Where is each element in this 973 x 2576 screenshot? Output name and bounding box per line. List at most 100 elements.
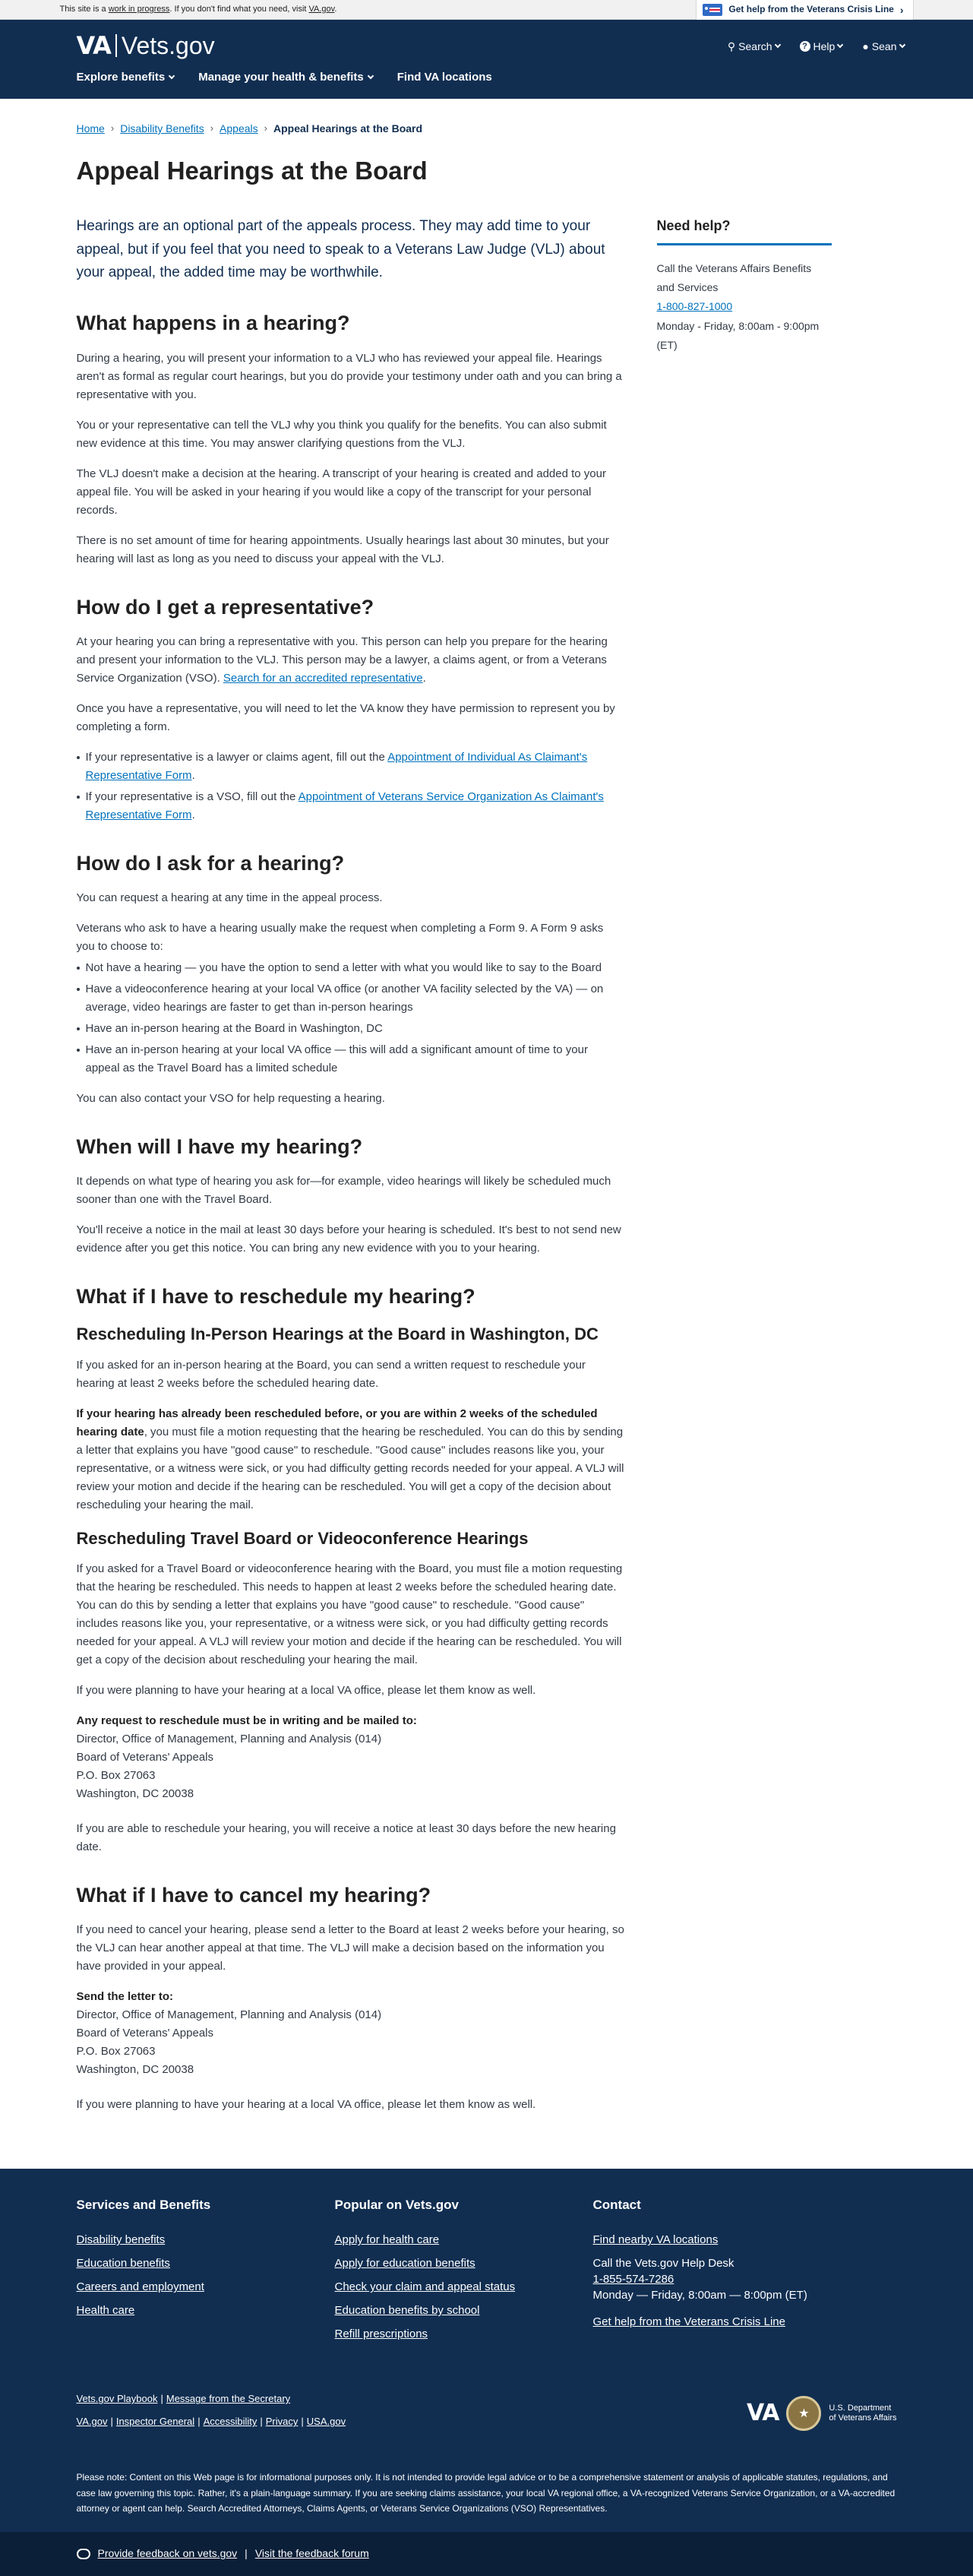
footer-link[interactable]: Apply for education benefits [335, 2255, 593, 2271]
footer-bottom-link[interactable]: VA.gov [77, 2416, 108, 2427]
footer-link[interactable]: Education benefits by school [335, 2302, 593, 2318]
va-department-logo: VA ★ U.S. Department of Veterans Affairs [747, 2395, 897, 2432]
paragraph: At your hearing you can bring a represen… [76, 635, 608, 685]
search-representative-link[interactable]: Search for an accredited representative [223, 672, 423, 685]
section-heading: How do I ask for a hearing? [76, 851, 345, 875]
user-menu-button[interactable]: ● Sean [862, 38, 905, 55]
user-name: Sean [871, 40, 897, 52]
paragraph: If you need to cancel your hearing, plea… [76, 1923, 624, 1973]
paragraph: If your hearing has already been resched… [77, 1405, 625, 1514]
footer-bottom-link[interactable]: Inspector General [116, 2416, 194, 2427]
address-line: P.O. Box 27063 [76, 1769, 156, 1783]
footer-services-column: Services and Benefits Disability benefit… [77, 2195, 335, 2350]
search-icon: ⚲ [727, 40, 736, 52]
work-in-progress-link[interactable]: work in progress [109, 5, 170, 14]
chevron-down-icon [837, 41, 844, 49]
link-separator: | [301, 2416, 304, 2428]
section-heading: When will I have my hearing? [76, 1135, 363, 1158]
search-button[interactable]: ⚲ Search [727, 38, 781, 55]
help-desk-phone-link[interactable]: 1-855-574-7286 [593, 2273, 674, 2286]
footer-column-title: Popular on Vets.gov [334, 2198, 459, 2213]
crisis-line-button[interactable]: Get help from the Veterans Crisis Line › [696, 0, 914, 20]
breadcrumb-appeals[interactable]: Appeals [220, 120, 258, 137]
paragraph: Veterans who ask to have a hearing usual… [76, 921, 604, 953]
paragraph: You can also contact your VSO for help r… [76, 1091, 385, 1105]
section-heading: How do I get a representative? [76, 595, 374, 619]
help-desk-text: Call the Vets.gov Help Desk [592, 2257, 734, 2271]
footer-popular-column: Popular on Vets.gov Apply for health car… [335, 2195, 593, 2350]
va-department-name: U.S. Department of Veterans Affairs [829, 2404, 896, 2423]
footer-bottom-link[interactable]: Message from the Secretary [166, 2393, 290, 2404]
find-locations-link[interactable]: Find nearby VA locations [593, 2232, 851, 2248]
mailing-address: Any request to reschedule must be in wri… [77, 1712, 625, 1803]
mailing-address: Send the letter to: Director, Office of … [77, 1988, 625, 2079]
feedback-forum-link[interactable]: Visit the feedback forum [255, 2545, 369, 2562]
footer-bottom-link[interactable]: Vets.gov Playbook [77, 2393, 158, 2404]
footer-bottom-link[interactable]: USA.gov [307, 2416, 346, 2427]
nav-find-va-locations[interactable]: Find VA locations [397, 68, 492, 87]
section-heading: What if I have to reschedule my hearing? [76, 1284, 475, 1308]
breadcrumb-home[interactable]: Home [77, 120, 105, 137]
list-item-text: If your representative is a lawyer or cl… [85, 750, 385, 764]
chevron-down-icon [367, 72, 374, 80]
paragraph: If you asked for a Travel Board or video… [76, 1562, 623, 1667]
footer-bottom-link[interactable]: Privacy [266, 2416, 299, 2427]
footer-link[interactable]: Check your claim and appeal status [335, 2279, 593, 2295]
main-nav: Explore benefits Manage your health & be… [77, 68, 492, 87]
list-item-text: If your representative is a VSO, fill ou… [85, 790, 296, 803]
help-text: Call the Veterans Affairs Benefits and S… [656, 262, 812, 294]
va-dept-line: U.S. Department [829, 2404, 892, 2413]
link-separator: | [197, 2416, 201, 2428]
breadcrumb-current[interactable]: Appeal Hearings at the Board [273, 120, 422, 137]
top-banner: This site is a work in progress. If you … [0, 0, 973, 20]
nav-label: Explore benefits [76, 71, 166, 84]
vets-gov-logo[interactable]: VA Vets.gov [77, 33, 215, 58]
breadcrumb-separator: › [210, 122, 214, 134]
page-content: Home › Disability Benefits › Appeals › A… [39, 99, 935, 2126]
footer-bottom-link[interactable]: Accessibility [204, 2416, 257, 2427]
header-utilities: ⚲ Search ? Help ● Sean [728, 38, 905, 55]
footer-link[interactable]: Education benefits [77, 2255, 335, 2271]
paragraph: If you are able to reschedule your heari… [76, 1822, 616, 1854]
nav-manage-health-benefits[interactable]: Manage your health & benefits [198, 68, 374, 87]
footer-link[interactable]: Health care [77, 2302, 335, 2318]
footer-contact-column: Contact Find nearby VA locations Call th… [593, 2195, 851, 2350]
link-separator: | [245, 2547, 248, 2560]
provide-feedback-link[interactable]: Provide feedback on vets.gov [98, 2545, 238, 2562]
address-line: Board of Veterans' Appeals [76, 2027, 214, 2040]
va-seal-icon: ★ [786, 2396, 822, 2432]
list-item: Have an in-person hearing at the Board i… [76, 1020, 625, 1038]
va-gov-link[interactable]: VA.gov [309, 5, 335, 14]
link-separator: | [160, 2393, 163, 2405]
subsection-heading: Rescheduling Travel Board or Videoconfer… [76, 1528, 529, 1548]
help-phone-link[interactable]: 1-800-827-1000 [657, 300, 733, 312]
hearing-options-list: Not have a hearing — you have the option… [76, 959, 625, 1078]
footer-link[interactable]: Refill prescriptions [335, 2326, 593, 2342]
search-label: Search [738, 40, 772, 52]
section-heading: What happens in a hearing? [76, 312, 350, 335]
breadcrumb-disability-benefits[interactable]: Disability Benefits [120, 120, 204, 137]
paragraph: The VLJ doesn't make a decision at the h… [76, 467, 606, 517]
sidebar: Need help? Call the Veterans Affairs Ben… [656, 215, 832, 2126]
site-footer: Services and Benefits Disability benefit… [0, 2169, 973, 2532]
help-label: Help [813, 40, 836, 52]
form-list: If your representative is a lawyer or cl… [76, 748, 625, 824]
help-button[interactable]: ? Help [799, 38, 844, 55]
footer-link[interactable]: Apply for health care [335, 2232, 593, 2248]
nav-label: Find VA locations [396, 71, 492, 84]
footer-link[interactable]: Careers and employment [77, 2279, 335, 2295]
link-separator: | [110, 2416, 113, 2428]
breadcrumb: Home › Disability Benefits › Appeals › A… [77, 99, 897, 137]
paragraph: You or your representative can tell the … [76, 418, 607, 450]
address-line: Washington, DC 20038 [76, 2063, 194, 2077]
help-desk-info: Call the Vets.gov Help Desk 1-855-574-72… [593, 2255, 851, 2303]
footer-crisis-line-link[interactable]: Get help from the Veterans Crisis Line [593, 2314, 851, 2330]
nav-explore-benefits[interactable]: Explore benefits [77, 68, 175, 87]
paragraph: If you were planning to have your hearin… [76, 1684, 536, 1698]
footer-link[interactable]: Disability benefits [77, 2232, 335, 2248]
paragraph: During a hearing, you will present your … [76, 351, 622, 401]
page-title: Appeal Hearings at the Board [76, 157, 428, 185]
logo-site: Vets.gov [121, 32, 215, 59]
crisis-line-label: Get help from the Veterans Crisis Line [728, 4, 894, 15]
paragraph: If you were planning to have your hearin… [76, 2098, 536, 2112]
